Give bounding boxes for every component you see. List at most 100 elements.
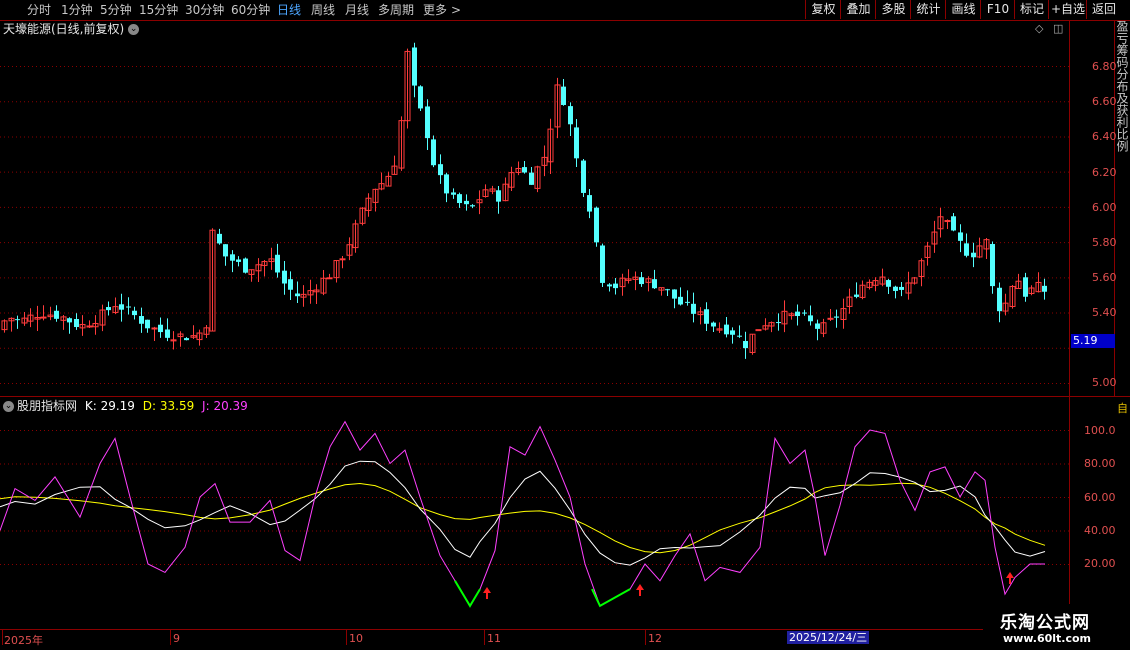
candle-body-up [346, 244, 353, 256]
indicator-axis-label: 100.0 [1084, 424, 1116, 437]
indicator-axis-label: 20.00 [1084, 557, 1116, 570]
candle-body-down [74, 319, 79, 328]
candle-body-up [827, 317, 834, 320]
candle-body-up [1028, 287, 1035, 294]
candle-body-down [594, 207, 599, 243]
candle-body-down [652, 279, 657, 289]
add-watchlist-button[interactable]: +自选 [1048, 0, 1087, 19]
mark-button[interactable]: 标记 [1014, 0, 1049, 19]
candle-body-up [625, 278, 632, 281]
candle-body-down [990, 244, 995, 287]
more-arrow-icon[interactable]: > [451, 1, 461, 19]
period-tab-daily[interactable]: 日线 [277, 1, 301, 19]
chevron-down-icon[interactable]: ⌄ [128, 24, 140, 35]
price-grid [0, 66, 1069, 384]
candle-body-up [931, 231, 938, 245]
period-tab-intraday[interactable]: 分时 [27, 1, 51, 19]
f10-button[interactable]: F10 [980, 0, 1015, 19]
chip-distribution-strip[interactable]: 盈亏筹码分布及获利比例 [1114, 20, 1130, 396]
candle-body-up [781, 310, 788, 325]
candle-body-down [808, 315, 813, 322]
candle-body-down [971, 252, 976, 258]
period-tab-60min[interactable]: 60分钟 [231, 1, 270, 19]
period-tab-5min[interactable]: 5分钟 [100, 1, 132, 19]
period-tab-1min[interactable]: 1分钟 [61, 1, 93, 19]
candle-body-down [607, 284, 612, 287]
indicator-side-label[interactable]: 自 [1117, 400, 1128, 416]
candle-body-up [112, 306, 119, 313]
adjust-button[interactable]: 复权 [805, 0, 841, 19]
candle-body-down [704, 309, 709, 324]
candle-body-down [295, 293, 300, 297]
period-tab-monthly[interactable]: 月线 [345, 1, 369, 19]
date-ticks [2, 630, 646, 645]
period-tab-15min[interactable]: 15分钟 [139, 1, 178, 19]
price-axis-label: 5.60 [1092, 271, 1117, 284]
draw-line-button[interactable]: 画线 [945, 0, 981, 19]
candle-body-up [476, 199, 483, 204]
candle-body-up [385, 175, 392, 187]
d-value: D: 33.59 [142, 399, 195, 413]
candle-body-up [983, 239, 990, 250]
main-chart-title: 天壕能源(日线,前复权) ⌄ [3, 21, 140, 37]
candle-body-up [60, 316, 67, 321]
candle-body-up [749, 333, 756, 353]
candle-body-down [997, 287, 1002, 312]
candle-body-down [587, 195, 592, 212]
candle-body-down [600, 245, 605, 283]
candle-body-down [743, 341, 748, 349]
candle-body-up [21, 317, 28, 324]
candle-body-down [665, 289, 670, 291]
candle-body-down [158, 324, 163, 333]
candle-body-up [768, 322, 775, 327]
chevron-down-icon[interactable]: ⌄ [3, 401, 14, 412]
candle-body-down [795, 311, 800, 317]
candle-body-down [568, 106, 573, 125]
candle-body-down [67, 318, 72, 323]
candle-body-up [482, 189, 489, 198]
candle-body-down [444, 174, 449, 194]
candle-body-up [872, 280, 879, 286]
j-line [0, 420, 1045, 607]
candle-body-down [139, 316, 144, 324]
candle-body-down [951, 216, 956, 231]
back-button[interactable]: 返回 [1086, 0, 1121, 19]
multi-stock-button[interactable]: 多股 [875, 0, 911, 19]
candle-body-up [203, 327, 210, 335]
candle-body-up [534, 166, 541, 189]
indicator-axis-label: 40.00 [1084, 524, 1116, 537]
candle-body-up [92, 322, 99, 328]
candle-body-up [1, 320, 8, 331]
candle-body-down [893, 286, 898, 291]
candle-body-down [15, 319, 20, 321]
candle-body-up [820, 322, 827, 334]
price-axis-label: 5.40 [1092, 306, 1117, 319]
period-tab-30min[interactable]: 30分钟 [185, 1, 224, 19]
candle-body-down [464, 200, 469, 205]
period-tab-weekly[interactable]: 周线 [311, 1, 335, 19]
diamond-icon[interactable]: ◇ [1035, 22, 1043, 35]
overlay-button[interactable]: 叠加 [840, 0, 876, 19]
candle-body-down [438, 164, 443, 176]
date-label-year: 2025年 [4, 634, 43, 647]
candle-body-down [730, 330, 735, 335]
candle-body-up [333, 260, 340, 279]
buy-arrow-icon [636, 584, 644, 596]
statistics-button[interactable]: 统计 [910, 0, 946, 19]
candle-body-up [788, 313, 795, 317]
period-tab-multi[interactable]: 多周期 [378, 1, 414, 19]
watermark-title: 乐淘公式网 [1000, 613, 1090, 633]
candle-body-up [489, 188, 496, 192]
period-tab-more[interactable]: 更多 [423, 1, 447, 19]
candle-body-down [126, 306, 131, 308]
candle-body-up [502, 183, 509, 202]
indicator-name[interactable]: 股朋指标网 [17, 399, 77, 413]
window-icon[interactable]: ◫ [1053, 22, 1063, 35]
candle-body-down [613, 283, 618, 289]
candle-body-up [255, 264, 262, 272]
indicator-grid [0, 430, 1069, 565]
candle-body-up [352, 223, 359, 249]
price-axis-label: 6.80 [1092, 60, 1117, 73]
period-toolbar: 分时 1分钟 5分钟 15分钟 30分钟 60分钟 日线 周线 月线 多周期 更… [0, 0, 1130, 21]
candle-body-down [418, 86, 423, 109]
